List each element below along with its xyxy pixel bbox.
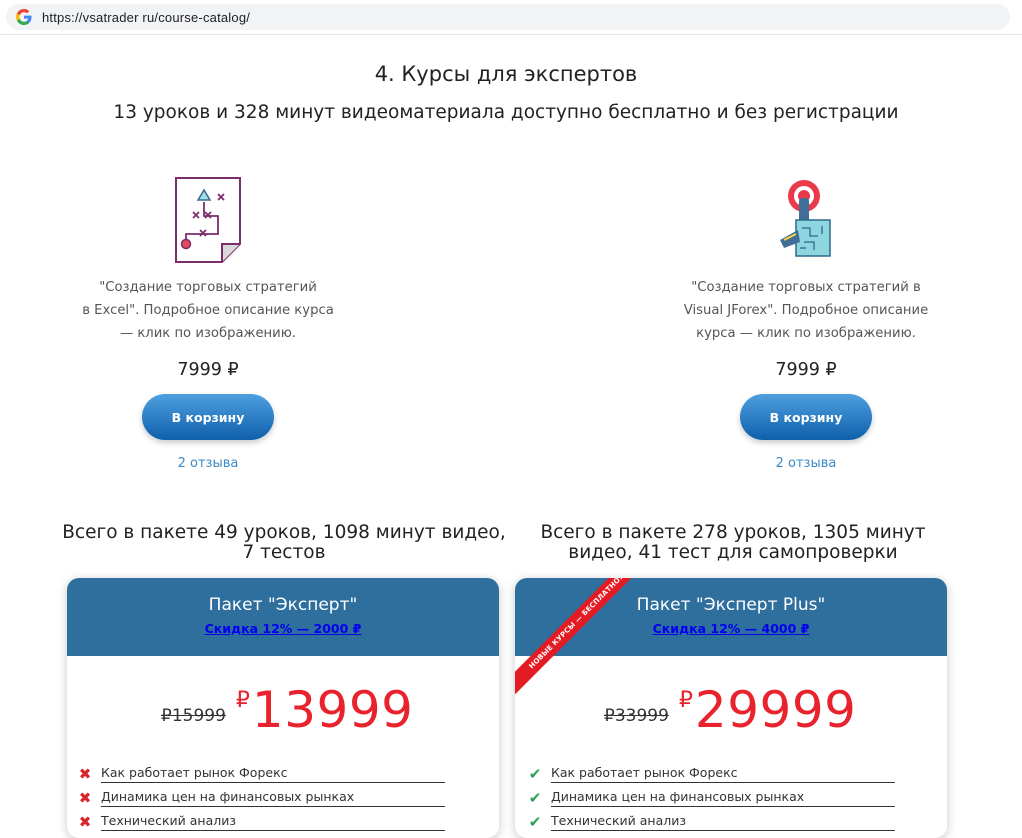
list-item: ✖ Динамика цен на финансовых рынках (77, 786, 499, 810)
list-item: ✔ Динамика цен на финансовых рынках (527, 786, 947, 810)
course-card-excel: "Создание торговых стратегий в Excel". П… (58, 176, 358, 471)
package-card-expert-plus: Пакет "Эксперт Plus" Скидка 12% — 4000 ₽… (515, 578, 947, 838)
course-description-line: курса — клик по изображению. (696, 326, 916, 341)
feature-list: ✔ Как работает рынок Форекс ✔ Динамика ц… (515, 762, 947, 834)
course-card-jforex: "Создание торговых стратегий в Visual JF… (656, 176, 956, 471)
cross-icon: ✖ (78, 789, 92, 807)
package-header: Пакет "Эксперт" Скидка 12% — 2000 ₽ (67, 578, 499, 656)
feature-text: Динамика цен на финансовых рынках (551, 789, 895, 807)
reviews-link[interactable]: 2 отзыва (58, 456, 358, 471)
section-subtitle: 13 уроков и 328 минут видеоматериала дос… (113, 102, 899, 123)
package-name: Пакет "Эксперт" (208, 595, 358, 615)
package-card-expert: Пакет "Эксперт" Скидка 12% — 2000 ₽ ₽159… (67, 578, 499, 838)
course-description-line: "Создание торговых стратегий в (691, 280, 921, 295)
address-bar[interactable]: https://vsatrader ru/course-catalog/ (6, 4, 1010, 30)
course-description: "Создание торговых стратегий в Visual JF… (656, 276, 956, 345)
old-price: ₽15999 (161, 706, 226, 726)
check-icon: ✔ (528, 789, 542, 807)
google-g-icon (16, 9, 32, 25)
reviews-link[interactable]: 2 отзыва (656, 456, 956, 471)
add-to-cart-button[interactable]: В корзину (740, 394, 872, 440)
course-description-line: "Создание торговых стратегий (99, 280, 317, 295)
feature-text: Как работает рынок Форекс (101, 765, 445, 783)
course-price: 7999 ₽ (775, 360, 837, 380)
course-description-line: в Excel". Подробное описание курса (82, 303, 334, 318)
old-price: ₽33999 (604, 706, 669, 726)
cross-icon: ✖ (78, 765, 92, 783)
currency-sign: ₽ (678, 688, 693, 713)
new-price: 29999 (694, 681, 857, 739)
course-description-line: — клик по изображению. (119, 326, 297, 341)
course-description: "Создание торговых стратегий в Excel". П… (58, 276, 358, 345)
package-price-row: ₽15999 ₽ 13999 (67, 682, 499, 738)
package-price-row: ₽33999 ₽ 29999 (515, 682, 947, 738)
package-total-expert: Всего в пакете 49 уроков, 1098 минут вид… (56, 523, 512, 563)
course-price: 7999 ₽ (177, 360, 239, 380)
course-description-line: Visual JForex". Подробное описание (683, 303, 929, 318)
new-price: 13999 (251, 681, 414, 739)
list-item: ✖ Технический анализ (77, 810, 499, 834)
list-item: ✖ Как работает рынок Форекс (77, 762, 499, 786)
list-item: ✔ Технический анализ (527, 810, 947, 834)
package-total-line: Всего в пакете 278 уроков, 1305 минут (540, 522, 926, 543)
section-title: 4. Курсы для экспертов (374, 62, 638, 86)
divider (0, 34, 1022, 35)
feature-text: Как работает рынок Форекс (551, 765, 895, 783)
package-total-line: Всего в пакете 49 уроков, 1098 минут вид… (62, 522, 506, 543)
package-total-line: видео, 41 тест для самопроверки (568, 542, 898, 563)
check-icon: ✔ (528, 765, 542, 783)
robot-joystick-icon[interactable] (774, 176, 838, 264)
url-text[interactable]: https://vsatrader ru/course-catalog/ (42, 10, 250, 25)
strategy-map-icon[interactable] (172, 176, 244, 264)
feature-text: Динамика цен на финансовых рынках (101, 789, 445, 807)
feature-list: ✖ Как работает рынок Форекс ✖ Динамика ц… (67, 762, 499, 834)
package-discount-link[interactable]: Скидка 12% — 4000 ₽ (653, 621, 810, 636)
package-total-expert-plus: Всего в пакете 278 уроков, 1305 минут ви… (510, 523, 956, 563)
list-item: ✔ Как работает рынок Форекс (527, 762, 947, 786)
add-to-cart-button[interactable]: В корзину (142, 394, 274, 440)
package-total-line: 7 тестов (242, 542, 326, 563)
package-discount-link[interactable]: Скидка 12% — 2000 ₽ (205, 621, 362, 636)
currency-sign: ₽ (235, 688, 250, 713)
